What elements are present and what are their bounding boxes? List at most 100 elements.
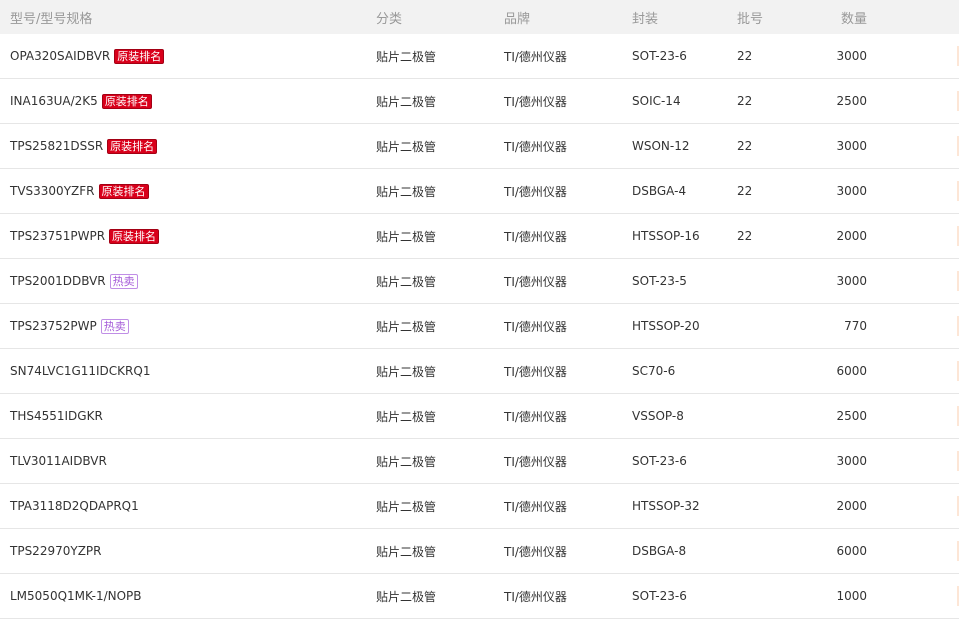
rank-badge: 原装排名 — [114, 48, 165, 64]
quantity-cell: 2000 — [836, 229, 867, 243]
brand-cell: TI/德州仪器 — [504, 229, 567, 244]
brand-cell: TI/德州仪器 — [504, 49, 567, 64]
table-row[interactable]: LM5050Q1MK-1/NOPB 贴片二极管 TI/德州仪器 SOT-23-6 100… — [0, 574, 959, 619]
package-cell: SOT-23-5 — [632, 274, 687, 288]
brand-cell: TI/德州仪器 — [504, 499, 567, 514]
brand-cell: TI/德州仪器 — [504, 409, 567, 424]
model-link[interactable]: SN74LVC1G11IDCKRQ1 — [10, 364, 150, 378]
package-cell: HTSSOP-20 — [632, 319, 700, 333]
table-row[interactable]: TPS23752PWP 热卖 贴片二极管 TI/德州仪器 HTSSOP-20 770 — [0, 304, 959, 349]
package-cell: HTSSOP-32 — [632, 499, 700, 513]
hot-badge: 热卖 — [109, 273, 138, 289]
quantity-cell: 770 — [844, 319, 867, 333]
model-cell: OPA320SAIDBVR 原装排名 — [10, 34, 165, 78]
model-link[interactable]: TPS22970YZPR — [10, 544, 101, 558]
package-cell: SOT-23-6 — [632, 589, 687, 603]
table-row[interactable]: TLV3011AIDBVR 贴片二极管 TI/德州仪器 SOT-23-6 3000 — [0, 439, 959, 484]
model-cell: INA163UA/2K5 原装排名 — [10, 79, 152, 123]
package-cell: SOT-23-6 — [632, 49, 687, 63]
model-cell: THS4551IDGKR — [10, 394, 103, 438]
model-link[interactable]: OPA320SAIDBVR — [10, 49, 110, 63]
package-cell: SOT-23-6 — [632, 454, 687, 468]
model-cell: TPS22970YZPR — [10, 529, 101, 573]
model-link[interactable]: LM5050Q1MK-1/NOPB — [10, 589, 142, 603]
model-cell: SN74LVC1G11IDCKRQ1 — [10, 349, 150, 393]
model-cell: TPA3118D2QDAPRQ1 — [10, 484, 139, 528]
model-link[interactable]: TPS2001DDBVR — [10, 274, 106, 288]
category-cell: 贴片二极管 — [376, 49, 437, 64]
category-cell: 贴片二极管 — [376, 94, 437, 109]
quantity-cell: 1000 — [836, 589, 867, 603]
brand-cell: TI/德州仪器 — [504, 94, 567, 109]
rank-badge: 原装排名 — [109, 228, 160, 244]
brand-cell: TI/德州仪器 — [504, 274, 567, 289]
package-cell: DSBGA-4 — [632, 184, 687, 198]
model-link[interactable]: TPS23751PWPR — [10, 229, 105, 243]
category-cell: 贴片二极管 — [376, 409, 437, 424]
model-link[interactable]: TVS3300YZFR — [10, 184, 95, 198]
category-cell: 贴片二极管 — [376, 589, 437, 604]
package-cell: DSBGA-8 — [632, 544, 687, 558]
model-link[interactable]: THS4551IDGKR — [10, 409, 103, 423]
category-cell: 贴片二极管 — [376, 319, 437, 334]
quantity-cell: 6000 — [836, 364, 867, 378]
package-cell: VSSOP-8 — [632, 409, 684, 423]
table-row[interactable]: INA163UA/2K5 原装排名 贴片二极管 TI/德州仪器 SOIC-14 22 250… — [0, 79, 959, 124]
quantity-cell: 3000 — [836, 184, 867, 198]
table-row[interactable]: TPS23751PWPR 原装排名 贴片二极管 TI/德州仪器 HTSSOP-16 22 2… — [0, 214, 959, 259]
table-row[interactable]: THS4551IDGKR 贴片二极管 TI/德州仪器 VSSOP-8 2500 — [0, 394, 959, 439]
brand-cell: TI/德州仪器 — [504, 319, 567, 334]
table-row[interactable]: TPS2001DDBVR 热卖 贴片二极管 TI/德州仪器 SOT-23-5 3000 — [0, 259, 959, 304]
table-row[interactable]: TPA3118D2QDAPRQ1 贴片二极管 TI/德州仪器 HTSSOP-32 200… — [0, 484, 959, 529]
model-cell: TVS3300YZFR 原装排名 — [10, 169, 149, 213]
category-cell: 贴片二极管 — [376, 454, 437, 469]
package-cell: WSON-12 — [632, 139, 690, 153]
batch-cell: 22 — [737, 139, 753, 153]
model-link[interactable]: TPS23752PWP — [10, 319, 97, 333]
quantity-cell: 3000 — [836, 49, 867, 63]
header-quantity: 数量 — [840, 11, 867, 27]
table-row[interactable]: TVS3300YZFR 原装排名 贴片二极管 TI/德州仪器 DSBGA-4 22 3000 — [0, 169, 959, 214]
brand-cell: TI/德州仪器 — [504, 184, 567, 199]
model-link[interactable]: TPS25821DSSR — [10, 139, 103, 153]
header-package: 封装 — [632, 11, 659, 27]
category-cell: 贴片二极管 — [376, 139, 437, 154]
rank-badge: 原装排名 — [101, 93, 152, 109]
header-category: 分类 — [376, 11, 403, 27]
package-cell: SOIC-14 — [632, 94, 681, 108]
category-cell: 贴片二极管 — [376, 364, 437, 379]
rank-badge: 原装排名 — [98, 183, 149, 199]
hot-badge: 热卖 — [100, 318, 129, 334]
header-model: 型号/型号规格 — [10, 11, 93, 27]
model-link[interactable]: TPA3118D2QDAPRQ1 — [10, 499, 139, 513]
quantity-cell: 2000 — [836, 499, 867, 513]
product-table: 型号/型号规格 分类 品牌 封装 批号 数量 OPA320SAIDBVR 原装排名… — [0, 0, 959, 619]
table-row[interactable]: SN74LVC1G11IDCKRQ1 贴片二极管 TI/德州仪器 SC70-6 6000 — [0, 349, 959, 394]
table-header: 型号/型号规格 分类 品牌 封装 批号 数量 — [0, 0, 959, 34]
category-cell: 贴片二极管 — [376, 184, 437, 199]
package-cell: HTSSOP-16 — [632, 229, 700, 243]
model-cell: TPS23752PWP 热卖 — [10, 304, 129, 348]
batch-cell: 22 — [737, 184, 753, 198]
batch-cell: 22 — [737, 49, 753, 63]
rank-badge: 原装排名 — [107, 138, 158, 154]
quantity-cell: 2500 — [836, 94, 867, 108]
table-row[interactable]: TPS22970YZPR 贴片二极管 TI/德州仪器 DSBGA-8 6000 — [0, 529, 959, 574]
model-cell: TPS25821DSSR 原装排名 — [10, 124, 158, 168]
category-cell: 贴片二极管 — [376, 544, 437, 559]
table-body: OPA320SAIDBVR 原装排名 贴片二极管 TI/德州仪器 SOT-23-6 22 3… — [0, 34, 959, 619]
batch-cell: 22 — [737, 229, 753, 243]
model-link[interactable]: TLV3011AIDBVR — [10, 454, 107, 468]
category-cell: 贴片二极管 — [376, 499, 437, 514]
model-cell: LM5050Q1MK-1/NOPB — [10, 574, 142, 618]
table-row[interactable]: OPA320SAIDBVR 原装排名 贴片二极管 TI/德州仪器 SOT-23-6 22 3… — [0, 34, 959, 79]
category-cell: 贴片二极管 — [376, 274, 437, 289]
table-row[interactable]: TPS25821DSSR 原装排名 贴片二极管 TI/德州仪器 WSON-12 22 300… — [0, 124, 959, 169]
header-batch: 批号 — [737, 11, 764, 27]
batch-cell: 22 — [737, 94, 753, 108]
model-cell: TLV3011AIDBVR — [10, 439, 107, 483]
model-link[interactable]: INA163UA/2K5 — [10, 94, 98, 108]
brand-cell: TI/德州仪器 — [504, 139, 567, 154]
quantity-cell: 2500 — [836, 409, 867, 423]
category-cell: 贴片二极管 — [376, 229, 437, 244]
